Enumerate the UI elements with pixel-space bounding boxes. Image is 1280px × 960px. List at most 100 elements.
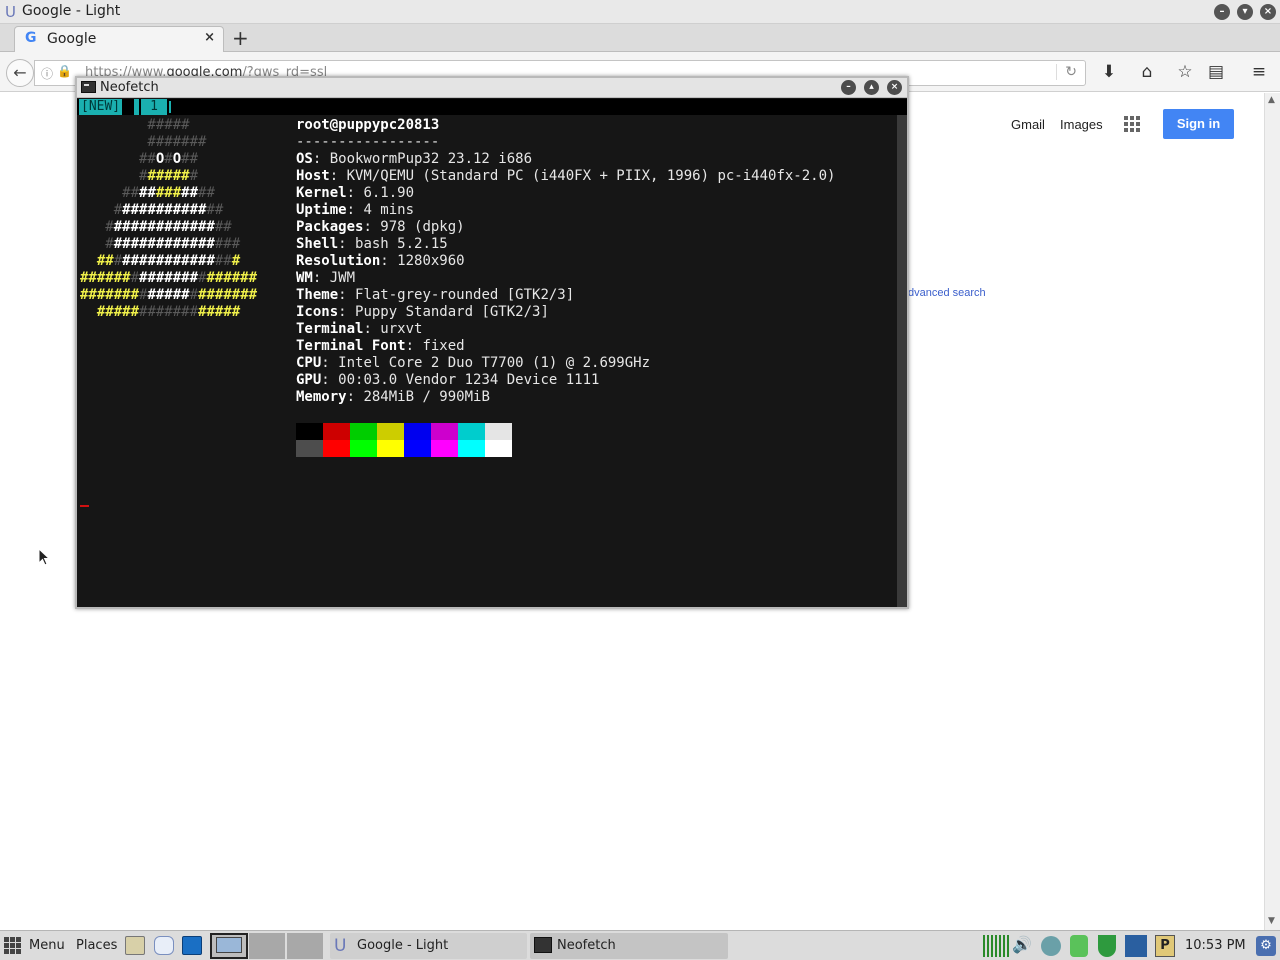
cpu-monitor-icon[interactable] [983, 935, 1009, 957]
info-value: bash 5.2.15 [355, 236, 448, 252]
browser-titlebar: U Google - Light – ▾ × [0, 0, 1280, 24]
info-icon[interactable]: ⓘ [41, 65, 53, 82]
info-key: Terminal Font [296, 338, 406, 354]
firewall-shield-icon[interactable] [1098, 935, 1116, 957]
info-value: Flat-grey-rounded [GTK2/3] [355, 287, 575, 303]
menu-button[interactable]: Menu [29, 938, 65, 953]
palette-bottom-swatch-7 [485, 440, 512, 457]
palette-top-swatch-7 [485, 423, 512, 440]
palette-bottom-swatch-0 [296, 440, 323, 457]
info-value: 00:03.0 Vendor 1234 Device 1111 [338, 372, 600, 388]
terminal-maximize-icon[interactable]: ▴ [864, 80, 879, 95]
terminal-tab-new[interactable]: [NEW] [79, 99, 123, 115]
terminal-titlebar[interactable]: Neofetch – ▴ × [77, 78, 907, 98]
task-browser[interactable]: U Google - Light [330, 933, 527, 959]
gmail-link[interactable]: Gmail [1011, 117, 1045, 132]
terminal-cursor [80, 505, 89, 507]
desktop-1-pager[interactable] [210, 933, 248, 959]
terminal-window[interactable]: Neofetch – ▴ × [NEW] 1 ##### ####### ##O… [75, 76, 909, 609]
reading-list-icon[interactable]: ▤ [1206, 62, 1226, 82]
terminal-tab-1[interactable]: 1 [141, 99, 167, 115]
volume-icon[interactable]: 🔊 [1012, 935, 1032, 957]
info-key: Kernel [296, 185, 347, 201]
scroll-down-icon[interactable]: ▼ [1268, 916, 1275, 926]
display-icon[interactable] [1125, 935, 1147, 957]
browser-window-title: Google - Light [22, 3, 121, 19]
terminal-tab-divider [134, 99, 139, 115]
bookmark-star-icon[interactable]: ☆ [1175, 62, 1195, 82]
browser-tab-strip: G Google × + [0, 24, 1280, 52]
info-value: 6.1.90 [363, 185, 415, 201]
home-icon[interactable]: ⌂ [1137, 62, 1157, 82]
info-value: KVM/QEMU (Standard PC (i440FX + PIIX, 19… [346, 168, 836, 184]
minimize-icon[interactable]: – [1214, 4, 1230, 20]
info-key: OS [296, 151, 313, 167]
desktop-2-pager[interactable] [249, 933, 285, 959]
info-value: 4 mins [363, 202, 415, 218]
puppy-p-icon[interactable]: P [1155, 935, 1175, 957]
browser-app-icon: U [5, 3, 16, 21]
tab-close-icon[interactable]: × [204, 30, 215, 45]
places-button[interactable]: Places [76, 938, 117, 953]
drive-icon[interactable] [1070, 935, 1088, 957]
info-key: Memory [296, 389, 347, 405]
terminal-close-icon[interactable]: × [887, 80, 902, 95]
palette-top-swatch-5 [431, 423, 458, 440]
info-key: Theme [296, 287, 339, 303]
info-value: urxvt [380, 321, 423, 337]
task-terminal[interactable]: Neofetch [530, 933, 728, 959]
terminal-minimize-icon[interactable]: – [841, 80, 856, 95]
color-palette [296, 423, 512, 457]
scroll-up-icon[interactable]: ▲ [1268, 95, 1275, 105]
page-scrollbar[interactable]: ▲ ▼ [1264, 93, 1280, 930]
info-key: GPU [296, 372, 322, 388]
terminal-title: Neofetch [100, 80, 159, 95]
task-label: Neofetch [557, 938, 616, 953]
terminal-app-icon [81, 81, 96, 93]
images-link[interactable]: Images [1060, 117, 1103, 132]
terminal-task-icon [534, 937, 552, 953]
settings-gear-icon[interactable]: ⚙ [1256, 936, 1276, 956]
terminal-tab-bar: [NEW] 1 [77, 99, 907, 115]
info-key: Packages [296, 219, 364, 235]
distro-ascii-logo: ##### ####### ##O#O## ####### ##########… [80, 117, 258, 320]
back-button[interactable]: ← [6, 59, 34, 87]
download-icon[interactable]: ⬇ [1099, 62, 1119, 82]
terminal-scrollbar[interactable] [897, 115, 907, 607]
close-icon[interactable]: × [1260, 4, 1276, 20]
palette-bottom-swatch-1 [323, 440, 350, 457]
console-icon[interactable] [182, 936, 202, 955]
info-value: BookwormPup32 23.12 i686 [329, 151, 533, 167]
palette-bottom-swatch-4 [404, 440, 431, 457]
palette-top-swatch-4 [404, 423, 431, 440]
sign-in-button[interactable]: Sign in [1163, 109, 1234, 139]
maximize-icon[interactable]: ▾ [1237, 4, 1253, 20]
hamburger-menu-icon[interactable]: ≡ [1249, 62, 1269, 82]
reload-icon[interactable]: ↻ [1056, 64, 1077, 80]
palette-bottom-swatch-3 [377, 440, 404, 457]
info-key: Shell [296, 236, 339, 252]
palette-bottom-swatch-6 [458, 440, 485, 457]
clock[interactable]: 10:53 PM [1185, 938, 1246, 953]
advanced-search-link[interactable]: dvanced search [908, 287, 986, 299]
lock-icon[interactable]: 🔒 [57, 64, 72, 78]
tab-google[interactable]: G Google × [14, 26, 224, 52]
palette-top-swatch-1 [323, 423, 350, 440]
taskbar: Menu Places U Google - Light Neofetch 🔊 … [0, 930, 1280, 960]
new-tab-button[interactable]: + [232, 26, 249, 50]
terminal-tab-end-marker [169, 101, 171, 113]
info-value: fixed [422, 338, 465, 354]
user-host: root@puppypc20813 [296, 117, 440, 133]
info-separator: ----------------- [296, 134, 440, 150]
file-manager-icon[interactable] [125, 936, 145, 955]
google-favicon-icon: G [25, 30, 37, 46]
info-key: CPU [296, 355, 322, 371]
info-value: 284MiB / 990MiB [363, 389, 490, 405]
cloud-icon[interactable] [154, 936, 174, 955]
palette-top-swatch-0 [296, 423, 323, 440]
network-icon[interactable] [1041, 936, 1061, 956]
info-key: Host [296, 168, 330, 184]
menu-grid-icon[interactable] [4, 937, 22, 955]
apps-grid-icon[interactable] [1124, 116, 1142, 134]
desktop-3-pager[interactable] [287, 933, 323, 959]
